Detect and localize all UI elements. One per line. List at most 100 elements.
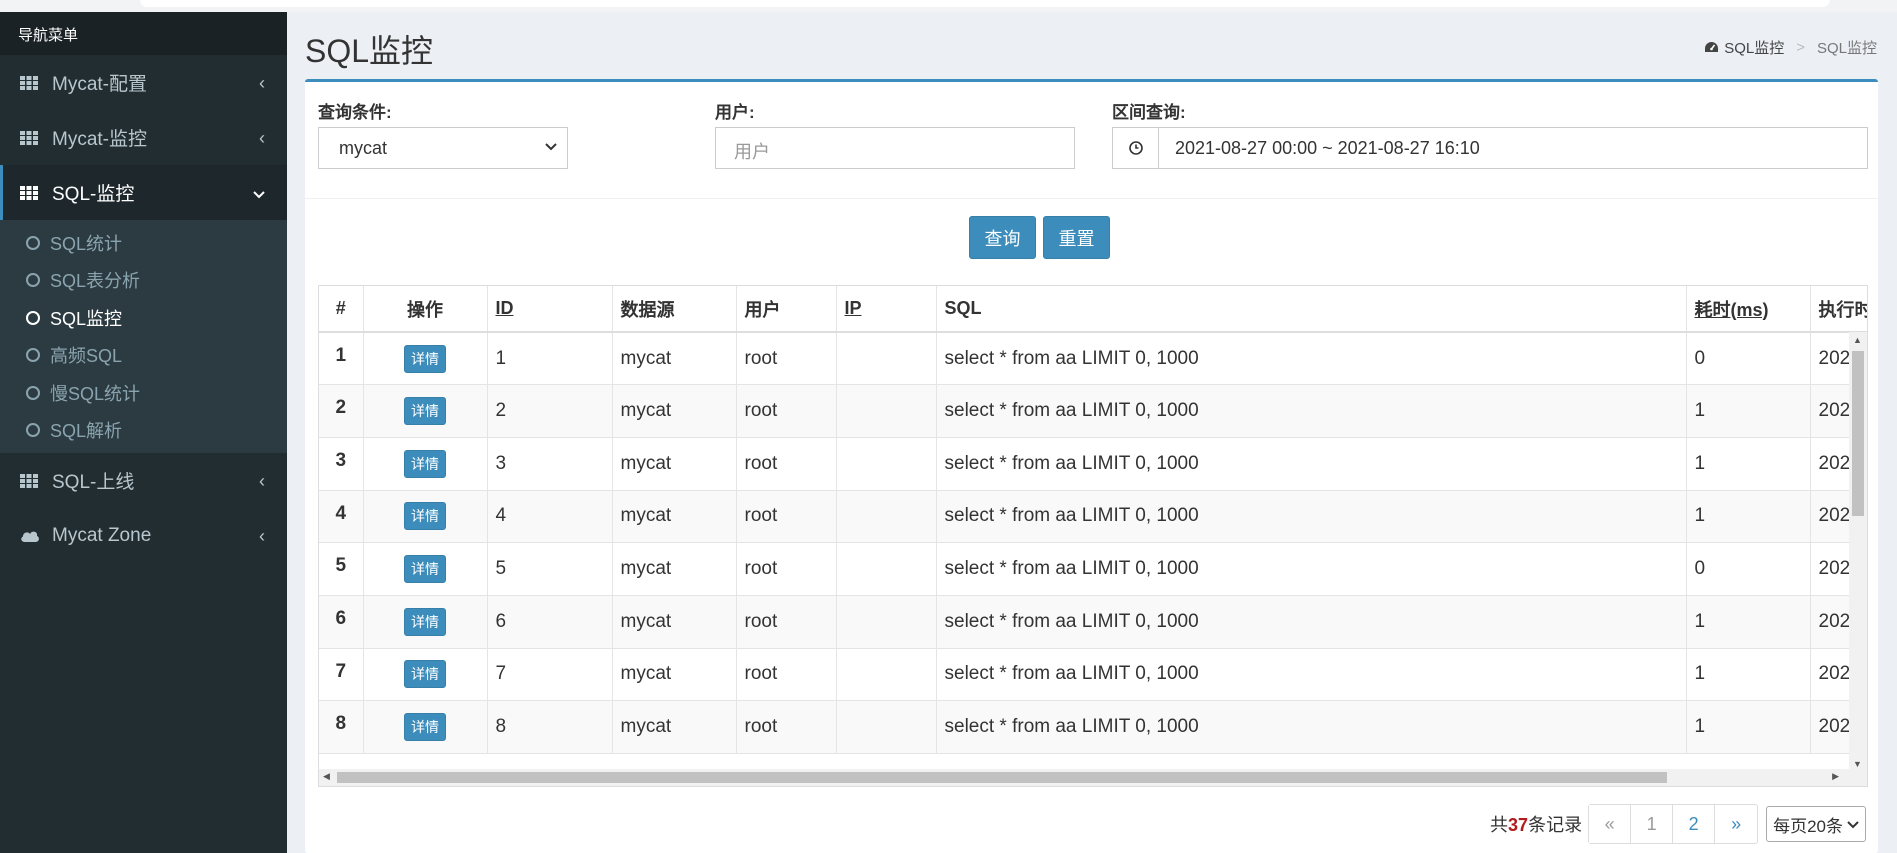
total-suffix: 条记录 [1528, 815, 1583, 835]
reset-button[interactable]: 重置 [1043, 216, 1110, 259]
cell-index: 4 [319, 490, 364, 544]
cell-sql: select * from aa LIMIT 0, 1000 [936, 437, 1687, 491]
detail-button[interactable]: 详情 [404, 660, 446, 689]
cell-user: root [736, 648, 837, 702]
vertical-scrollbar[interactable]: ▲ ▼ [1849, 332, 1867, 772]
scroll-up-arrow-icon[interactable]: ▲ [1853, 335, 1862, 345]
detail-button[interactable]: 详情 [404, 555, 446, 584]
col-header-id[interactable]: ID [487, 286, 613, 333]
circle-icon [26, 348, 40, 363]
cell-id: 5 [487, 542, 613, 596]
breadcrumb-link[interactable]: SQL监控 [1724, 37, 1784, 58]
per-page-value: 每页20条 [1773, 816, 1843, 836]
cell-action: 详情 [363, 595, 488, 649]
condition-select[interactable]: mycat [318, 127, 568, 169]
cell-duration: 1 [1686, 437, 1811, 491]
page-button-2[interactable]: 2 [1673, 805, 1716, 843]
sidebar-item-mycat-zone[interactable]: Mycat Zone ‹ [0, 508, 287, 563]
chevron-down-icon [545, 138, 557, 155]
sidebar-item-mycat-monitor[interactable]: Mycat-监控 ‹ [0, 110, 287, 165]
detail-button[interactable]: 详情 [404, 397, 446, 426]
cloud-icon [20, 529, 40, 543]
cell-index: 7 [319, 648, 364, 702]
query-button[interactable]: 查询 [969, 216, 1036, 259]
date-range-input[interactable]: 2021-08-27 00:00 ~ 2021-08-27 16:10 [1112, 127, 1868, 169]
grid-icon [20, 130, 40, 145]
browser-top-strip [0, 0, 1897, 12]
cell-action: 详情 [363, 542, 488, 596]
col-header-datasource: 数据源 [612, 286, 737, 333]
cell-datasource: mycat [612, 542, 737, 596]
circle-icon [26, 385, 40, 400]
vertical-scroll-thumb[interactable] [1852, 351, 1864, 516]
cell-ip [836, 595, 937, 649]
cell-ip [836, 648, 937, 702]
sub-item-label: SQL解析 [50, 421, 123, 442]
user-input[interactable]: 用户 [715, 127, 1075, 169]
detail-button[interactable]: 详情 [404, 713, 446, 742]
cell-index: 8 [319, 700, 364, 754]
cell-id: 3 [487, 437, 613, 491]
sidebar-item-mycat-config[interactable]: Mycat-配置 ‹ [0, 55, 287, 110]
sub-item-sql-monitor[interactable]: SQL监控 [0, 299, 287, 337]
sub-item-label: SQL监控 [50, 308, 123, 329]
prev-page-button[interactable]: « [1589, 805, 1632, 843]
sub-item-sql-parse[interactable]: SQL解析 [0, 412, 287, 450]
table-row: 5 详情 5 mycat root select * from aa LIMIT 0, 1… [319, 542, 1867, 596]
per-page-select[interactable]: 每页20条 [1766, 806, 1866, 842]
cell-ip [836, 700, 937, 754]
cell-sql: select * from aa LIMIT 0, 1000 [936, 490, 1687, 544]
sidebar-item-sql-online[interactable]: SQL-上线 ‹ [0, 453, 287, 508]
scroll-left-arrow-icon[interactable]: ◀ [323, 771, 330, 782]
scroll-down-arrow-icon[interactable]: ▼ [1853, 759, 1862, 769]
chevron-down-icon [253, 183, 265, 204]
sidebar-item-label: SQL-上线 [52, 472, 135, 493]
col-header-ip[interactable]: IP [836, 286, 937, 333]
horizontal-scroll-thumb[interactable] [337, 772, 1667, 783]
cell-sql: select * from aa LIMIT 0, 1000 [936, 648, 1687, 702]
cell-duration: 1 [1686, 595, 1811, 649]
sub-item-sql-table-analysis[interactable]: SQL表分析 [0, 262, 287, 300]
breadcrumb: SQL监控 > SQL监控 [1704, 37, 1877, 58]
sub-item-slow-sql-stats[interactable]: 慢SQL统计 [0, 374, 287, 412]
sql-table: # 操作 ID 数据源 用户 IP SQL 耗时(ms) 执行时 1 详情 1 myc… [319, 286, 1867, 754]
circle-icon [26, 310, 40, 325]
cell-user: root [736, 490, 837, 544]
sub-item-sql-stats[interactable]: SQL统计 [0, 224, 287, 262]
dashboard-icon [1704, 41, 1719, 54]
sidebar-item-label: Mycat-配置 [52, 74, 148, 95]
cell-user: root [736, 595, 837, 649]
detail-button[interactable]: 详情 [404, 607, 446, 636]
breadcrumb-current: SQL监控 [1816, 40, 1877, 57]
horizontal-scrollbar[interactable]: ◀ ▶ [319, 769, 1867, 786]
table-header-row: # 操作 ID 数据源 用户 IP SQL 耗时(ms) 执行时 [319, 286, 1867, 333]
sidebar: 导航菜单 Mycat-配置 ‹ Mycat-监控 ‹ SQL-监控 SQL统计 … [0, 12, 287, 853]
cell-sql: select * from aa LIMIT 0, 1000 [936, 595, 1687, 649]
cell-duration: 1 [1686, 648, 1811, 702]
next-page-button[interactable]: » [1715, 805, 1757, 843]
user-label: 用户: [715, 103, 755, 122]
detail-button[interactable]: 详情 [404, 344, 446, 373]
cell-id: 1 [487, 332, 613, 386]
cell-action: 详情 [363, 384, 488, 438]
sub-item-high-freq-sql[interactable]: 高频SQL [0, 337, 287, 375]
chevron-left-icon: ‹ [259, 526, 265, 546]
cell-user: root [736, 332, 837, 386]
cell-index: 2 [319, 384, 364, 438]
cell-user: root [736, 542, 837, 596]
cell-user: root [736, 700, 837, 754]
table-row: 3 详情 3 mycat root select * from aa LIMIT 0, 1… [319, 437, 1867, 491]
col-header-duration[interactable]: 耗时(ms) [1686, 286, 1811, 333]
detail-button[interactable]: 详情 [404, 502, 446, 531]
scroll-right-arrow-icon[interactable]: ▶ [1832, 771, 1839, 782]
page-button-1[interactable]: 1 [1631, 805, 1674, 843]
detail-button[interactable]: 详情 [404, 449, 446, 478]
grid-icon [20, 473, 40, 488]
sidebar-item-sql-monitor[interactable]: SQL-监控 [0, 165, 287, 220]
circle-icon [26, 235, 40, 250]
total-records: 共37条记录 [1490, 811, 1582, 837]
cell-datasource: mycat [612, 490, 737, 544]
sql-table-container: # 操作 ID 数据源 用户 IP SQL 耗时(ms) 执行时 1 详情 1 myc… [318, 285, 1868, 787]
table-row: 1 详情 1 mycat root select * from aa LIMIT 0, 1… [319, 332, 1867, 386]
condition-select-value: mycat [339, 138, 388, 158]
